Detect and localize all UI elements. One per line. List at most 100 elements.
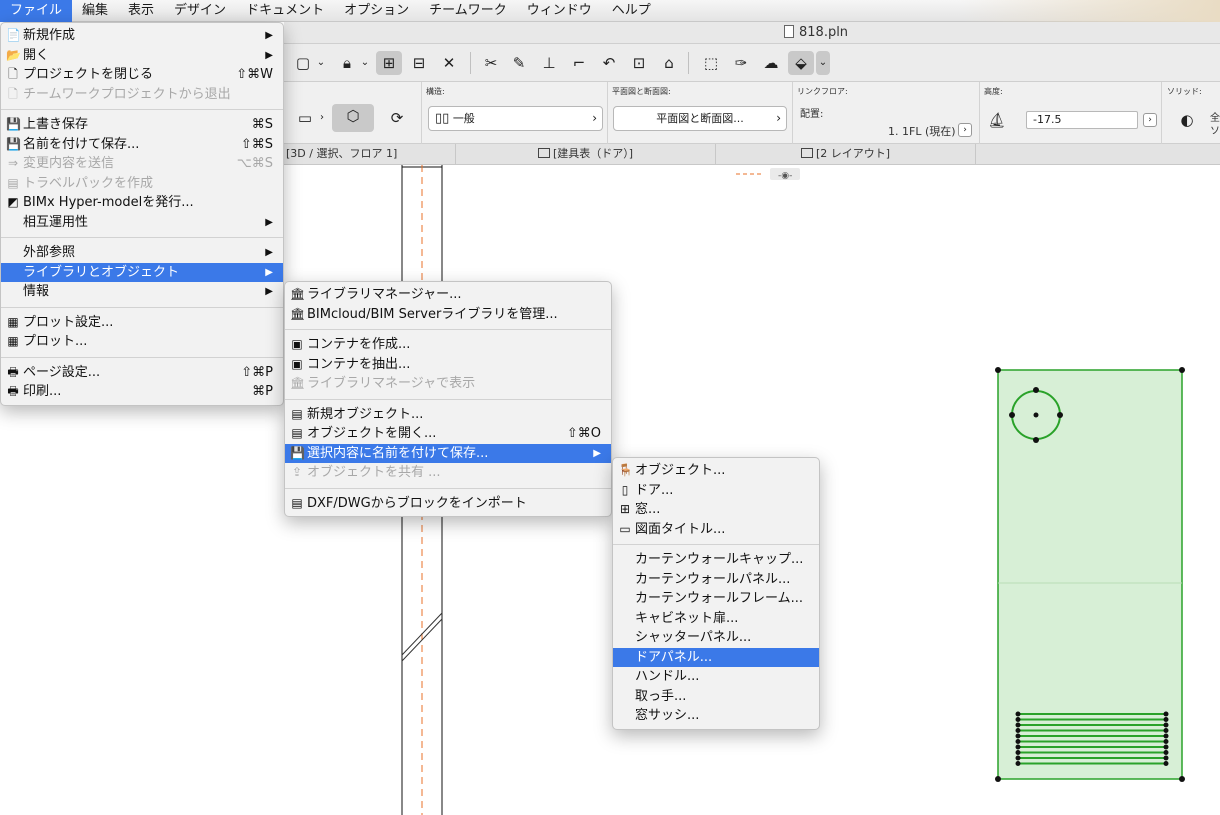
save-menu-item-2[interactable]: ⊞ 窓... [613, 500, 819, 520]
library-menu-item-0[interactable]: 🏛 ライブラリマネージャー... [285, 285, 611, 305]
save-menu-item-5[interactable]: カーテンウォールキャップ... [613, 550, 819, 570]
marquee-icon[interactable]: ⬚ [698, 51, 724, 75]
save-menu-item-1[interactable]: ▯ ドア... [613, 481, 819, 501]
curve-icon[interactable]: ↶ [596, 51, 622, 75]
selected-panel[interactable] [997, 369, 1183, 780]
roof-icon[interactable]: ⌂ [656, 51, 682, 75]
offset-icon[interactable]: ⌐ [566, 51, 592, 75]
file-menu-item-14[interactable]: 情報 ▶ [1, 282, 283, 302]
chevron-down-icon[interactable]: ⌄ [358, 51, 372, 75]
menubar-item-1[interactable]: 編集 [72, 0, 118, 22]
file-menu-item-1[interactable]: 📂 開く ▶ [1, 46, 283, 66]
magic-wand-icon[interactable]: ✎ [506, 51, 532, 75]
file-menu-item-5[interactable]: 💾 上書き保存 ⌘S [1, 115, 283, 135]
menubar-item-6[interactable]: チームワーク [419, 0, 517, 22]
elevate-icon[interactable]: ⊥ [536, 51, 562, 75]
save-menu-item-3[interactable]: ▭ 図面タイトル... [613, 520, 819, 540]
menubar-item-8[interactable]: ヘルプ [602, 0, 661, 22]
save-menu-item-11[interactable]: ハンドル... [613, 667, 819, 687]
plan-section-dropdown[interactable]: 平面図と断面図... › [613, 106, 787, 131]
chevron-right-icon[interactable]: › [316, 106, 328, 130]
rotate-object-icon[interactable]: ⟳ [384, 106, 410, 130]
file-menu-item-20[interactable]: 🖶 印刷... ⌘P [1, 382, 283, 402]
dimension-icon[interactable]: ⊟ [406, 51, 432, 75]
structure-dropdown[interactable]: ▯▯ 一般 › [428, 106, 603, 131]
file-menu-item-16[interactable]: ▦ プロット設定... [1, 313, 283, 333]
plot-icon: ▦ [7, 334, 19, 348]
selection-tool-icon[interactable]: ⊞ [376, 51, 402, 75]
chevron-down-icon[interactable]: ⌄ [816, 51, 830, 75]
file-menu-item-19[interactable]: 🖶 ページ設定... ⇧⌘P [1, 363, 283, 383]
snap-icon[interactable]: ✕ [436, 51, 462, 75]
height-reference-button[interactable]: › [1143, 113, 1157, 127]
menubar-item-2[interactable]: 表示 [118, 0, 164, 22]
schedule-icon [537, 148, 550, 158]
solid-ops-icon[interactable]: ◐ [1174, 108, 1200, 132]
file-menu-item-6[interactable]: 💾 名前を付けて保存... ⇧⌘S [1, 135, 283, 155]
save-menu-item-label: カーテンウォールフレーム... [635, 591, 804, 606]
menubar-item-0[interactable]: ファイル [0, 0, 73, 22]
layer-icon[interactable]: ▢ [290, 51, 316, 75]
door-panel-icon: ▯▯ [435, 111, 450, 126]
submenu-arrow-icon: ▶ [593, 447, 601, 459]
file-menu-item-17[interactable]: ▦ プロット... [1, 332, 283, 352]
lock-icon[interactable]: 🔒︎ [334, 51, 360, 75]
menubar-item-5[interactable]: オプション [334, 0, 419, 22]
library-menu-item-12[interactable]: ▤ DXF/DWGからブロックをインポート [285, 494, 611, 514]
pen-icon[interactable]: ✑ [728, 51, 754, 75]
tab-3d-view[interactable]: [3D / 選択、フロア 1] [284, 144, 456, 165]
library-menu-item-8[interactable]: ▤ オブジェクトを開く... ⇧⌘O [285, 424, 611, 444]
tab-layout[interactable]: [2 レイアウト] [716, 144, 976, 165]
save-menu-item-12[interactable]: 取っ手... [613, 687, 819, 707]
library-menu-item-9[interactable]: 💾 選択内容に名前を付けて保存... ▶ [285, 443, 611, 463]
chevron-down-icon[interactable]: ⌄ [314, 51, 328, 75]
submenu-arrow-icon: ▶ [265, 49, 273, 61]
menubar-item-7[interactable]: ウィンドウ [517, 0, 602, 22]
box-geometry-icon[interactable]: ⬡ [332, 104, 374, 132]
floor-select-button[interactable]: › [958, 123, 972, 137]
file-menu-item-10[interactable]: 相互運用性 ▶ [1, 213, 283, 233]
height-input[interactable]: -17.5 [1026, 111, 1138, 129]
library-menu-item-4[interactable]: ▣ コンテナを抽出... [285, 355, 611, 375]
save-menu-item-0[interactable]: 🪑 オブジェクト... [613, 461, 819, 481]
menu-separator [1, 109, 283, 110]
save-menu-item-7[interactable]: カーテンウォールフレーム... [613, 589, 819, 609]
file-menu-item-label: トラベルパックを作成 [23, 175, 154, 191]
menubar-item-4[interactable]: ドキュメント [236, 0, 334, 22]
save-menu-item-8[interactable]: キャビネット扉... [613, 609, 819, 629]
file-menu-item-9[interactable]: ◩ BIMx Hyper-modelを発行... [1, 193, 283, 213]
info-box: ▭ › ⬡ ⟳ 構造: ▯▯ 一般 › 平面図と断面図: 平面図と断面図... … [284, 82, 1220, 144]
library-menu-item-1[interactable]: 🏛 BIMcloud/BIM Serverライブラリを管理... [285, 305, 611, 325]
save-menu-item-6[interactable]: カーテンウォールパネル... [613, 570, 819, 590]
file-menu-item-13[interactable]: ライブラリとオブジェクト ▶ [1, 262, 283, 282]
louver-node [1163, 717, 1169, 722]
louver-node [1163, 739, 1169, 744]
save-menu-item-13[interactable]: 窓サッシ... [613, 706, 819, 726]
file-menu-item-0[interactable]: 📄 新規作成 ▶ [1, 26, 283, 46]
rectangle-shape-icon[interactable]: ▭ [292, 106, 318, 130]
louver-node [1163, 750, 1169, 755]
file-menu-item-label: 情報 [23, 284, 50, 299]
submenu-arrow-icon: ▶ [265, 30, 273, 41]
cut-icon[interactable]: ✂ [478, 51, 504, 75]
cloud-icon[interactable]: ☁ [758, 51, 784, 75]
library-menu-item-3[interactable]: ▣ コンテナを作成... [285, 335, 611, 355]
view-3d-icon[interactable]: ⬙ [788, 51, 814, 75]
send-changes-icon: ⇒ [7, 156, 19, 170]
menubar-item-3[interactable]: デザイン [164, 0, 236, 22]
save-menu-item-10[interactable]: ドアパネル... [613, 647, 819, 667]
structure-value: 一般 [452, 112, 475, 125]
resize-icon[interactable]: ⊡ [626, 51, 652, 75]
file-menu-item-2[interactable]: 🗋 プロジェクトを閉じる ⇧⌘W [1, 65, 283, 85]
file-menu-item-12[interactable]: 外部参照 ▶ [1, 243, 283, 263]
submenu-arrow-icon: ▶ [265, 247, 273, 258]
structure-label: 構造: [426, 87, 445, 96]
save-menu-item-label: 図面タイトル... [635, 521, 726, 537]
file-menu-item-label: 新規作成 [23, 28, 76, 43]
louver-node [1015, 744, 1021, 750]
tab-door-schedule[interactable]: [建具表（ドア）] [456, 144, 716, 165]
chevron-right-icon: › [592, 111, 597, 125]
library-menu-item-7[interactable]: ▤ 新規オブジェクト... [285, 405, 611, 425]
menu-separator [1, 237, 283, 238]
save-menu-item-9[interactable]: シャッターパネル... [613, 628, 819, 648]
